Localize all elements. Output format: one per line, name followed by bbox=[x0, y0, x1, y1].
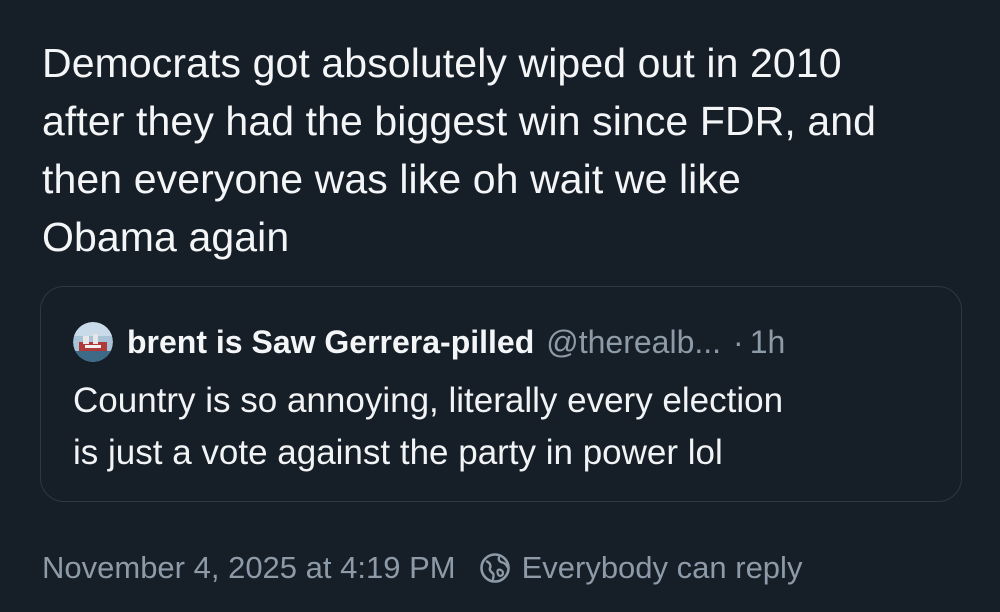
post-text: Democrats got absolutely wiped out in 20… bbox=[42, 40, 877, 260]
separator-dot: · bbox=[733, 323, 744, 360]
quoted-post-card[interactable]: brent is Saw Gerrera-pilled @therealb...… bbox=[40, 286, 962, 502]
quoted-author-handle[interactable]: @therealb... bbox=[546, 324, 721, 361]
post-timestamp[interactable]: November 4, 2025 at 4:19 PM bbox=[42, 550, 456, 586]
quoted-post-time[interactable]: 1h bbox=[750, 324, 786, 361]
globe-icon bbox=[478, 551, 512, 585]
avatar-image-icon bbox=[73, 322, 113, 362]
quoted-post-text: Country is so annoying, literally every … bbox=[73, 381, 784, 472]
post-footer: November 4, 2025 at 4:19 PM Everybody ca… bbox=[42, 546, 802, 590]
quoted-post-header: brent is Saw Gerrera-pilled @therealb...… bbox=[73, 320, 785, 364]
quoted-author-name[interactable]: brent is Saw Gerrera-pilled bbox=[127, 324, 534, 361]
reply-setting-label[interactable]: Everybody can reply bbox=[522, 550, 803, 586]
avatar[interactable] bbox=[73, 322, 113, 362]
